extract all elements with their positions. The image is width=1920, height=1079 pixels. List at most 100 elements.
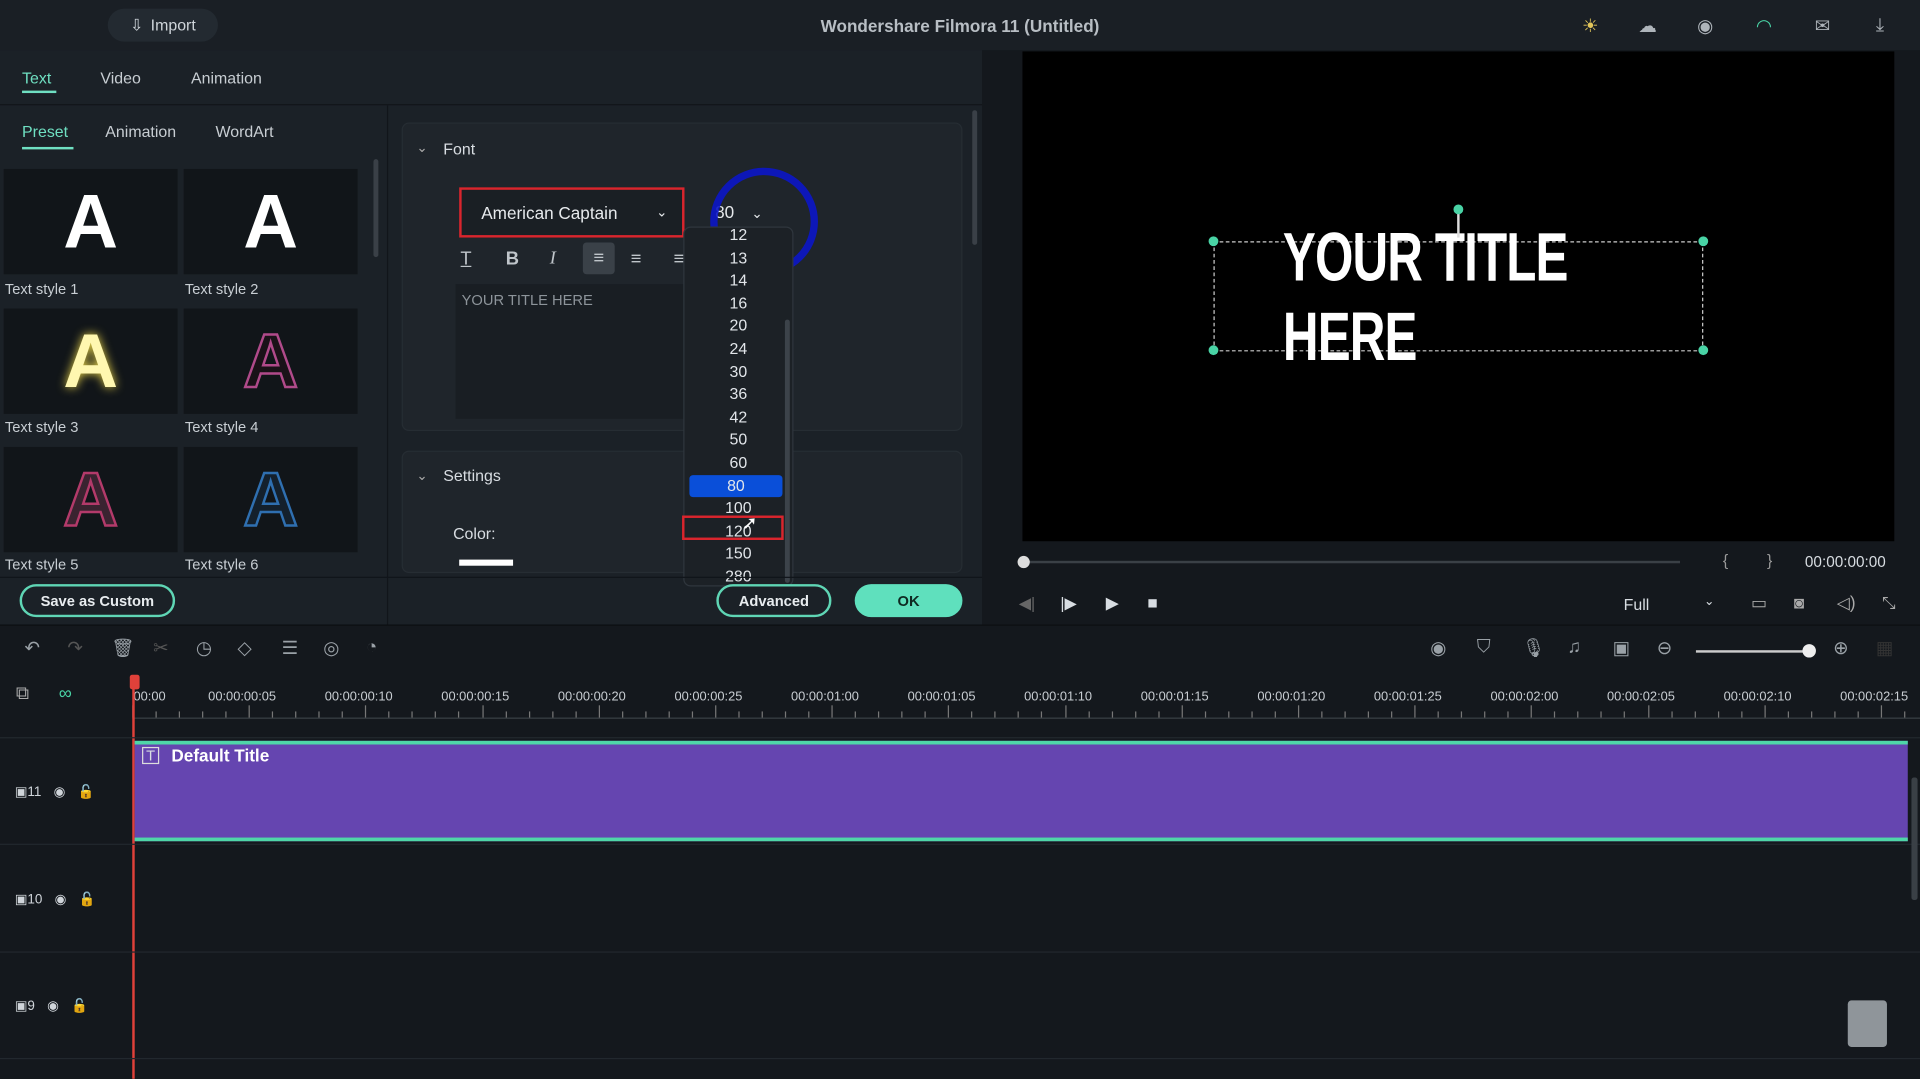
- mark-in-icon[interactable]: {: [1723, 551, 1728, 569]
- track-number: 10: [27, 892, 43, 907]
- subtab-wordart[interactable]: WordArt: [216, 122, 274, 140]
- zoom-slider-knob[interactable]: [1802, 644, 1816, 658]
- font-size-option[interactable]: 13: [684, 247, 792, 269]
- panel-scrollbar[interactable]: [972, 110, 978, 245]
- playhead-handle[interactable]: [129, 674, 140, 690]
- tab-animation[interactable]: Animation: [191, 69, 262, 87]
- headset-icon[interactable]: ◠: [1756, 15, 1772, 37]
- timeline-zoom-slider[interactable]: [1695, 650, 1809, 653]
- preview-scrubber[interactable]: [1023, 560, 1681, 564]
- resize-handle[interactable]: [1698, 345, 1709, 356]
- monitor-icon[interactable]: ▭: [1751, 593, 1767, 614]
- stop-icon[interactable]: ■: [1147, 593, 1157, 613]
- font-size-option[interactable]: 16: [684, 292, 792, 314]
- preset-text-style-3[interactable]: A: [3, 308, 178, 414]
- lock-icon[interactable]: 🔓: [78, 783, 95, 799]
- tab-text[interactable]: Text: [22, 69, 51, 87]
- font-size-option[interactable]: 60: [684, 452, 792, 474]
- volume-icon[interactable]: ◁): [1837, 593, 1856, 614]
- lock-icon[interactable]: 🔓: [71, 997, 88, 1014]
- timeline-ruler[interactable]: 00:00 00:00:00:05 00:00:00:10 00:00:00:15 00…: [132, 680, 1920, 719]
- font-size-option[interactable]: 50: [684, 429, 792, 451]
- resize-handle[interactable]: [1208, 345, 1219, 356]
- preset-text-style-4[interactable]: A: [183, 308, 358, 414]
- preset-text-style-1[interactable]: A: [3, 168, 178, 275]
- subtab-animation[interactable]: Animation: [105, 122, 176, 140]
- bold-icon[interactable]: B: [506, 249, 519, 270]
- preset-text-style-5[interactable]: A: [3, 446, 178, 553]
- account-icon[interactable]: ◉: [1697, 15, 1713, 37]
- font-size-option[interactable]: 150: [684, 543, 792, 565]
- font-size-option[interactable]: 14: [684, 270, 792, 292]
- title-text-input[interactable]: YOUR TITLE HERE: [455, 284, 689, 419]
- download-icon[interactable]: ⤓: [1876, 15, 1884, 36]
- rotate-handle[interactable]: [1453, 204, 1464, 215]
- preset-text-style-6[interactable]: A: [183, 446, 358, 553]
- align-center-icon[interactable]: ≡: [631, 249, 642, 270]
- marker-icon[interactable]: ⛉: [1477, 637, 1491, 658]
- delete-icon[interactable]: 🗑: [111, 637, 134, 659]
- keyframe-icon[interactable]: ◇: [238, 637, 252, 659]
- redo-icon[interactable]: ↷: [67, 637, 82, 659]
- link-icon[interactable]: ∞: [59, 683, 72, 704]
- italic-icon[interactable]: I: [550, 249, 556, 270]
- play-icon[interactable]: ▶: [1106, 593, 1119, 614]
- font-size-option[interactable]: 12: [684, 228, 792, 246]
- subtab-preset[interactable]: Preset: [22, 122, 68, 140]
- mic-icon[interactable]: 🎙: [1522, 637, 1545, 659]
- audio-icon[interactable]: ◎: [323, 637, 339, 659]
- font-size-option[interactable]: 36: [684, 383, 792, 405]
- preset-scrollbar[interactable]: [373, 159, 379, 258]
- zoom-out-icon[interactable]: ⊖: [1657, 637, 1672, 659]
- cloud-icon[interactable]: ☁: [1638, 15, 1656, 37]
- collapse-chevron-icon[interactable]: ⌄: [416, 140, 427, 156]
- preview-title-text[interactable]: YOUR TITLE HERE: [1213, 218, 1704, 375]
- speed-icon[interactable]: ◷: [196, 637, 212, 659]
- eye-icon[interactable]: ◉: [47, 997, 59, 1014]
- eye-icon[interactable]: ◉: [54, 783, 66, 799]
- collapse-chevron-icon[interactable]: ⌄: [416, 468, 427, 484]
- font-size-option[interactable]: 20: [684, 315, 792, 337]
- play-frame-icon[interactable]: |▶: [1060, 594, 1076, 614]
- color-swatch[interactable]: [459, 559, 514, 566]
- resize-handle[interactable]: [1208, 236, 1219, 247]
- duration-icon[interactable]: ◔: [366, 637, 377, 658]
- tab-video[interactable]: Video: [100, 69, 140, 87]
- eye-icon[interactable]: ◉: [55, 891, 67, 907]
- preset-text-style-2[interactable]: A: [183, 168, 358, 275]
- advanced-button[interactable]: Advanced: [716, 584, 832, 618]
- ruler-tick-mark: [528, 711, 530, 718]
- title-clip[interactable]: T Default Title: [134, 740, 1908, 842]
- mail-icon[interactable]: ✉: [1815, 15, 1830, 37]
- undo-icon[interactable]: ↶: [24, 637, 39, 659]
- mark-out-icon[interactable]: }: [1767, 551, 1772, 569]
- font-family-select[interactable]: American Captain ⌄: [459, 187, 685, 238]
- save-as-custom-button[interactable]: Save as Custom: [19, 584, 176, 618]
- ok-button[interactable]: OK: [854, 584, 963, 618]
- playhead[interactable]: [132, 679, 135, 1079]
- timeline-scrollbar[interactable]: [1911, 777, 1918, 901]
- fullscreen-icon[interactable]: ⤡: [1882, 593, 1896, 614]
- lock-icon[interactable]: 🔓: [79, 891, 96, 907]
- zoom-in-icon[interactable]: ⊕: [1833, 637, 1848, 659]
- font-size-option[interactable]: 24: [684, 338, 792, 360]
- snapshot-icon[interactable]: ◙: [1794, 593, 1804, 613]
- text-format-icon[interactable]: T̲: [460, 249, 471, 270]
- thumbnail-widget[interactable]: [1847, 1000, 1887, 1047]
- audio-mixer-icon[interactable]: ♫: [1567, 637, 1581, 658]
- cut-icon[interactable]: ✂: [153, 637, 168, 659]
- grid-icon[interactable]: ▦: [1876, 637, 1893, 659]
- font-size-option[interactable]: 80: [689, 474, 783, 497]
- resize-handle[interactable]: [1698, 236, 1709, 247]
- adjust-icon[interactable]: ☰: [282, 637, 298, 659]
- add-track-icon[interactable]: ⧉: [16, 683, 29, 704]
- fit-icon[interactable]: ▣: [1613, 637, 1630, 659]
- bulb-icon[interactable]: ☀: [1582, 15, 1598, 37]
- align-left-icon[interactable]: ≡: [582, 242, 615, 275]
- quality-select[interactable]: Full ⌄: [1624, 595, 1722, 613]
- prev-frame-icon[interactable]: ◀|: [1019, 594, 1035, 614]
- font-size-option[interactable]: 42: [684, 406, 792, 428]
- render-icon[interactable]: ◉: [1430, 637, 1446, 659]
- font-size-option[interactable]: 30: [684, 361, 792, 383]
- scrubber-knob[interactable]: [1017, 555, 1030, 569]
